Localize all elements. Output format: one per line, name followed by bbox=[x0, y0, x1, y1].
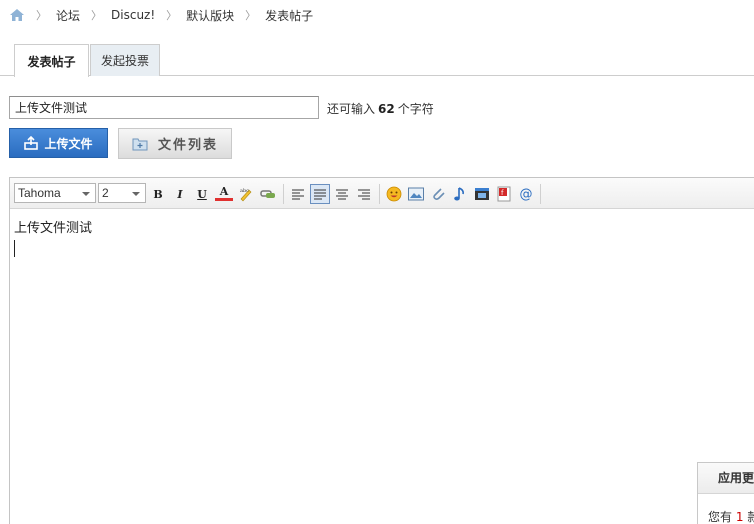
file-list-label: 文件列表 bbox=[157, 138, 218, 153]
chevron-down-icon bbox=[82, 192, 90, 196]
image-icon[interactable] bbox=[407, 185, 425, 203]
folder-icon bbox=[132, 138, 148, 150]
bold-button[interactable]: B bbox=[149, 185, 167, 203]
breadcrumb-separator: 〉 bbox=[245, 9, 257, 22]
breadcrumb-separator: 〉 bbox=[91, 9, 103, 22]
editor-toolbar: Tahoma 2 B I U A abc f @ bbox=[10, 178, 754, 209]
font-family-value: Tahoma bbox=[18, 186, 61, 200]
italic-button[interactable]: I bbox=[171, 185, 189, 203]
tab-new-post[interactable]: 发表帖子 bbox=[14, 44, 89, 77]
char-hint-prefix: 还可输入 bbox=[327, 102, 376, 116]
upload-icon bbox=[24, 136, 39, 150]
breadcrumb-default-board[interactable]: 默认版块 bbox=[186, 7, 234, 24]
notice-body: 您有 1 款 bbox=[698, 494, 754, 524]
font-size-value: 2 bbox=[102, 186, 109, 200]
font-color-button[interactable]: A bbox=[215, 185, 233, 201]
post-type-tabs: 发表帖子 发起投票 bbox=[0, 44, 754, 77]
svg-text:abc: abc bbox=[240, 188, 249, 194]
breadcrumb-separator: 〉 bbox=[36, 9, 47, 22]
flash-icon[interactable]: f bbox=[495, 185, 513, 203]
font-size-select[interactable]: 2 bbox=[98, 183, 146, 203]
align-right-icon[interactable] bbox=[355, 185, 373, 203]
text-caret bbox=[14, 240, 15, 257]
char-hint-suffix: 个字符 bbox=[397, 102, 434, 116]
video-icon[interactable] bbox=[473, 185, 491, 203]
breadcrumb-forum[interactable]: 论坛 bbox=[56, 7, 80, 24]
underline-button[interactable]: U bbox=[193, 185, 211, 203]
align-center-icon[interactable] bbox=[333, 185, 351, 203]
font-family-select[interactable]: Tahoma bbox=[14, 183, 96, 203]
post-editor: Tahoma 2 B I U A abc f @ 上传文件测试 bbox=[9, 177, 754, 524]
attachment-icon[interactable] bbox=[429, 185, 447, 203]
breadcrumb: 〉 论坛 〉 Discuz! 〉 默认版块 〉 发表帖子 bbox=[9, 6, 313, 24]
upload-file-label: 上传文件 bbox=[44, 136, 93, 151]
toolbar-separator bbox=[540, 184, 541, 204]
smiley-icon[interactable] bbox=[385, 185, 403, 203]
tab-new-poll[interactable]: 发起投票 bbox=[90, 44, 160, 76]
notice-body-suffix: 款 bbox=[747, 510, 754, 524]
breadcrumb-separator: 〉 bbox=[166, 9, 178, 22]
mention-button[interactable]: @ bbox=[517, 185, 535, 203]
notice-count: 1 bbox=[735, 510, 744, 524]
breadcrumb-new-post: 发表帖子 bbox=[265, 8, 314, 23]
subject-input[interactable] bbox=[9, 96, 319, 119]
editor-text: 上传文件测试 bbox=[14, 221, 93, 236]
home-icon[interactable] bbox=[9, 8, 25, 22]
link-icon[interactable] bbox=[259, 185, 277, 203]
align-justify-icon[interactable] bbox=[310, 184, 330, 204]
char-count-hint: 还可输入 62 个字符 bbox=[327, 100, 434, 117]
align-left-icon[interactable] bbox=[289, 185, 307, 203]
notice-title: 应用更 bbox=[698, 463, 754, 494]
notice-body-prefix: 您有 bbox=[708, 510, 733, 524]
file-list-button[interactable]: 文件列表 bbox=[118, 128, 232, 159]
toolbar-separator bbox=[283, 184, 284, 204]
background-color-icon[interactable]: abc bbox=[237, 185, 255, 203]
breadcrumb-discuz[interactable]: Discuz! bbox=[111, 8, 155, 22]
char-hint-count: 62 bbox=[378, 102, 395, 116]
editor-content[interactable]: 上传文件测试 bbox=[10, 209, 754, 265]
upload-file-button[interactable]: 上传文件 bbox=[9, 128, 108, 158]
toolbar-separator bbox=[379, 184, 380, 204]
music-icon[interactable] bbox=[451, 185, 469, 203]
app-update-notice[interactable]: 应用更 您有 1 款 bbox=[697, 462, 754, 524]
chevron-down-icon bbox=[132, 192, 140, 196]
